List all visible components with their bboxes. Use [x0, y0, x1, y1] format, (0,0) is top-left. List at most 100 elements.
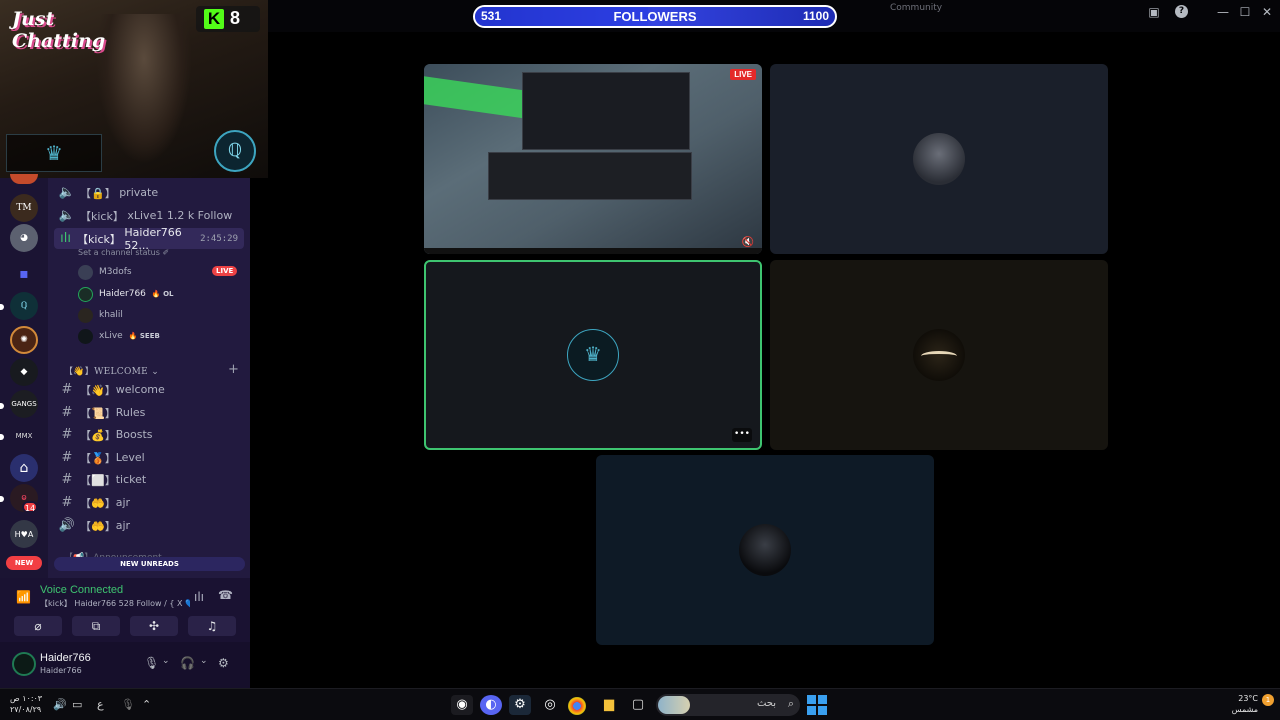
channel-name: ajr	[115, 496, 131, 509]
server-rail: TM ◕ ▪ ℚ ✺ ◆ GANGS MMX ⌂ ⱺ 14 H♥A	[0, 174, 48, 588]
text-channel[interactable]: # 【💰】 Boosts	[54, 424, 244, 445]
channel-status-hint[interactable]: Set a channel status ✐	[78, 248, 169, 257]
volume-icon[interactable]: 🔊	[53, 698, 67, 711]
task-view-icon[interactable]: ▢	[627, 695, 649, 715]
voice-user[interactable]: Haider766 🔥 OL	[78, 284, 174, 304]
windows-start-icon[interactable]	[807, 695, 827, 715]
language-indicator[interactable]: ع	[97, 698, 104, 711]
hash-icon: #	[61, 405, 73, 420]
text-channel[interactable]: # 【🥉】 Level	[54, 447, 244, 468]
channel-logo-icon: ℚ	[214, 130, 256, 172]
voice-user[interactable]: M3dofs	[78, 262, 132, 282]
user-status: Haider766	[40, 666, 82, 675]
chevron-down-icon[interactable]: ⌄	[162, 656, 170, 666]
soundboard-icon[interactable]: ♫	[188, 616, 236, 636]
noise-suppression-icon[interactable]: ılı	[194, 590, 204, 604]
channel-prefix: 【🤲】	[80, 519, 116, 533]
server-icon[interactable]: H♥A	[10, 520, 38, 548]
screen-share-tile[interactable]: LIVE 🔇	[424, 64, 762, 254]
server-icon[interactable]: ◆	[10, 358, 38, 386]
activities-icon[interactable]: ✣	[130, 616, 178, 636]
text-channel[interactable]: # 【📜】 Rules	[54, 402, 244, 423]
webcam-overlay: Just Chatting K 8 ♛ ℚ	[0, 0, 268, 178]
user-name[interactable]: Haider766	[40, 652, 91, 664]
camera-off-icon[interactable]: ⌀	[14, 616, 62, 636]
voice-channel-haider[interactable]: ılı 【kick】 Haider766 52... 2:45:29	[54, 226, 244, 252]
unread-pill	[0, 304, 4, 310]
minimize-button[interactable]: —	[1214, 4, 1232, 20]
voice-channel-private[interactable]: 🔈 【🔒】 private	[54, 182, 244, 203]
avatar[interactable]	[12, 652, 36, 676]
home-icon[interactable]: ⌂	[10, 454, 38, 482]
chevron-up-icon[interactable]: ⌃	[142, 698, 151, 711]
server-icon[interactable]: GANGS	[10, 390, 38, 418]
channel-prefix: 【🔒】	[80, 186, 116, 200]
gear-icon[interactable]: ⚙	[218, 656, 229, 670]
channel-timer: 2:45:29	[200, 233, 238, 244]
new-unreads-bar[interactable]: NEW UNREADS	[54, 557, 245, 571]
voice-user[interactable]: xLive 🔥 SEEB	[78, 326, 160, 346]
avatar	[78, 286, 93, 302]
server-icon[interactable]: ✺	[10, 326, 38, 354]
voice-channel[interactable]: 🔊 【🤲】 ajr	[54, 515, 244, 536]
avatar	[913, 133, 965, 185]
chrome-app-icon[interactable]	[568, 697, 586, 715]
channel-name: xLive1 1.2 k Follow	[127, 209, 233, 222]
avatar	[78, 328, 93, 344]
voice-user[interactable]: khalil	[78, 305, 123, 325]
weather-widget[interactable]: 23°C مشمس	[1232, 693, 1258, 715]
recorder-app-icon[interactable]: ◉	[451, 695, 473, 715]
add-channel-icon[interactable]: +	[228, 362, 239, 377]
voice-channel-xlive[interactable]: 🔈 【kick】 xLive1 1.2 k Follow	[54, 205, 244, 226]
server-icon[interactable]: ◕	[10, 224, 38, 252]
server-icon[interactable]	[10, 174, 38, 184]
text-channel[interactable]: # 【⬜】 ticket	[54, 469, 244, 490]
microphone-icon[interactable]: 🎙	[121, 698, 135, 711]
notification-badge[interactable]: 1	[1262, 694, 1274, 706]
network-icon[interactable]: ▭	[72, 698, 82, 711]
hash-icon: #	[61, 427, 73, 442]
followers-label: FOLLOWERS	[613, 9, 697, 24]
server-icon[interactable]: TM	[10, 194, 38, 222]
more-options-icon[interactable]: •••	[732, 428, 752, 442]
help-icon[interactable]: ?	[1175, 5, 1188, 18]
disconnect-icon[interactable]: ☎	[218, 588, 233, 602]
category-welcome[interactable]: 【👋】WELCOME ⌄	[64, 364, 159, 377]
inbox-icon[interactable]: ▣	[1145, 4, 1163, 20]
hash-icon: #	[61, 450, 73, 465]
voice-connected-panel: 📶 Voice Connected 【kick】 Haider766 528 F…	[0, 578, 250, 642]
channel-name: welcome	[115, 383, 165, 396]
unread-pill	[0, 496, 4, 502]
voice-user-tag: 🔥 SEEB	[128, 332, 160, 340]
screen-share-icon[interactable]: ⧉	[72, 616, 120, 636]
category-title: Just Chatting	[12, 8, 106, 52]
folder-icon[interactable]: ▪	[10, 260, 38, 288]
chevron-down-icon[interactable]: ⌄	[200, 656, 208, 666]
steam-app-icon[interactable]: ⚙	[509, 695, 531, 715]
discord-app-icon[interactable]: ◐	[480, 695, 502, 715]
video-tile[interactable]	[770, 260, 1108, 450]
live-badge: LIVE	[212, 266, 238, 276]
microphone-icon[interactable]: 🎙	[144, 656, 159, 670]
video-tile[interactable]	[770, 64, 1108, 254]
mention-badge: 14	[22, 501, 38, 513]
file-explorer-icon[interactable]: ▆	[598, 695, 620, 715]
channel-prefix: 【kick】	[80, 209, 124, 223]
voice-channel-subtitle[interactable]: 【kick】 Haider766 528 Follow / { X 💙...	[40, 598, 190, 609]
voice-connected-title[interactable]: Voice Connected	[40, 584, 123, 596]
text-channel[interactable]: # 【🤲】 ajr	[54, 492, 244, 513]
video-tile[interactable]	[596, 455, 934, 645]
close-button[interactable]: ✕	[1258, 4, 1276, 20]
server-icon[interactable]: ℚ	[10, 292, 38, 320]
clock-date: ٢٧/٠٨/٢٩	[10, 705, 42, 714]
server-icon[interactable]: MMX	[10, 422, 38, 450]
kick-viewer-count: 8	[230, 8, 241, 28]
clock[interactable]: ١٠:٠٣ ص ٢٧/٠٨/٢٩	[10, 693, 42, 715]
obs-app-icon[interactable]: ◎	[539, 695, 561, 715]
mute-icon[interactable]: 🔇	[742, 237, 754, 248]
maximize-button[interactable]: ☐	[1236, 4, 1254, 20]
video-tile-speaking[interactable]: ♛ •••	[424, 260, 762, 450]
text-channel[interactable]: # 【👋】 welcome	[54, 379, 244, 400]
search-box[interactable]: بحث ⌕	[656, 694, 800, 716]
headphones-icon[interactable]: 🎧	[180, 656, 195, 670]
